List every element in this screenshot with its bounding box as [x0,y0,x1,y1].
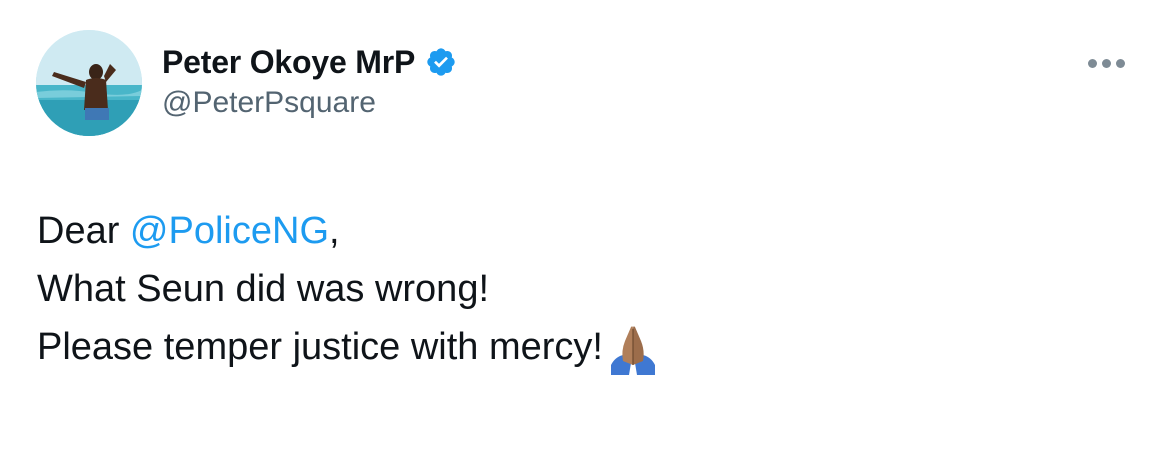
tweet-text-segment: , [329,210,340,252]
author-name-row: Peter Okoye MrP [162,42,457,82]
verified-badge-icon[interactable] [425,46,457,78]
tweet-text-segment: Please temper justice with mercy! [37,326,603,368]
avatar[interactable] [36,30,142,136]
profile-photo [36,30,142,136]
mention-link[interactable]: @PoliceNG [130,210,329,252]
tweet-line-2: What Seun did was wrong! [37,268,490,310]
more-options-button[interactable] [1078,48,1134,78]
tweet-line-1: Dear @PoliceNG, [37,202,1117,260]
more-horizontal-icon [1087,58,1097,68]
tweet-line-3: Please temper justice with mercy! [37,318,1117,376]
tweet-text: Dear @PoliceNG, What Seun did was wrong!… [37,202,1117,376]
author-display-name[interactable]: Peter Okoye MrP [162,44,415,81]
folded-hands-emoji-icon [605,321,661,377]
author-handle[interactable]: @PeterPsquare [162,86,376,120]
tweet-card: Peter Okoye MrP @PeterPsquare Dear @Poli… [0,0,1170,454]
tweet-text-segment: Dear [37,210,130,252]
